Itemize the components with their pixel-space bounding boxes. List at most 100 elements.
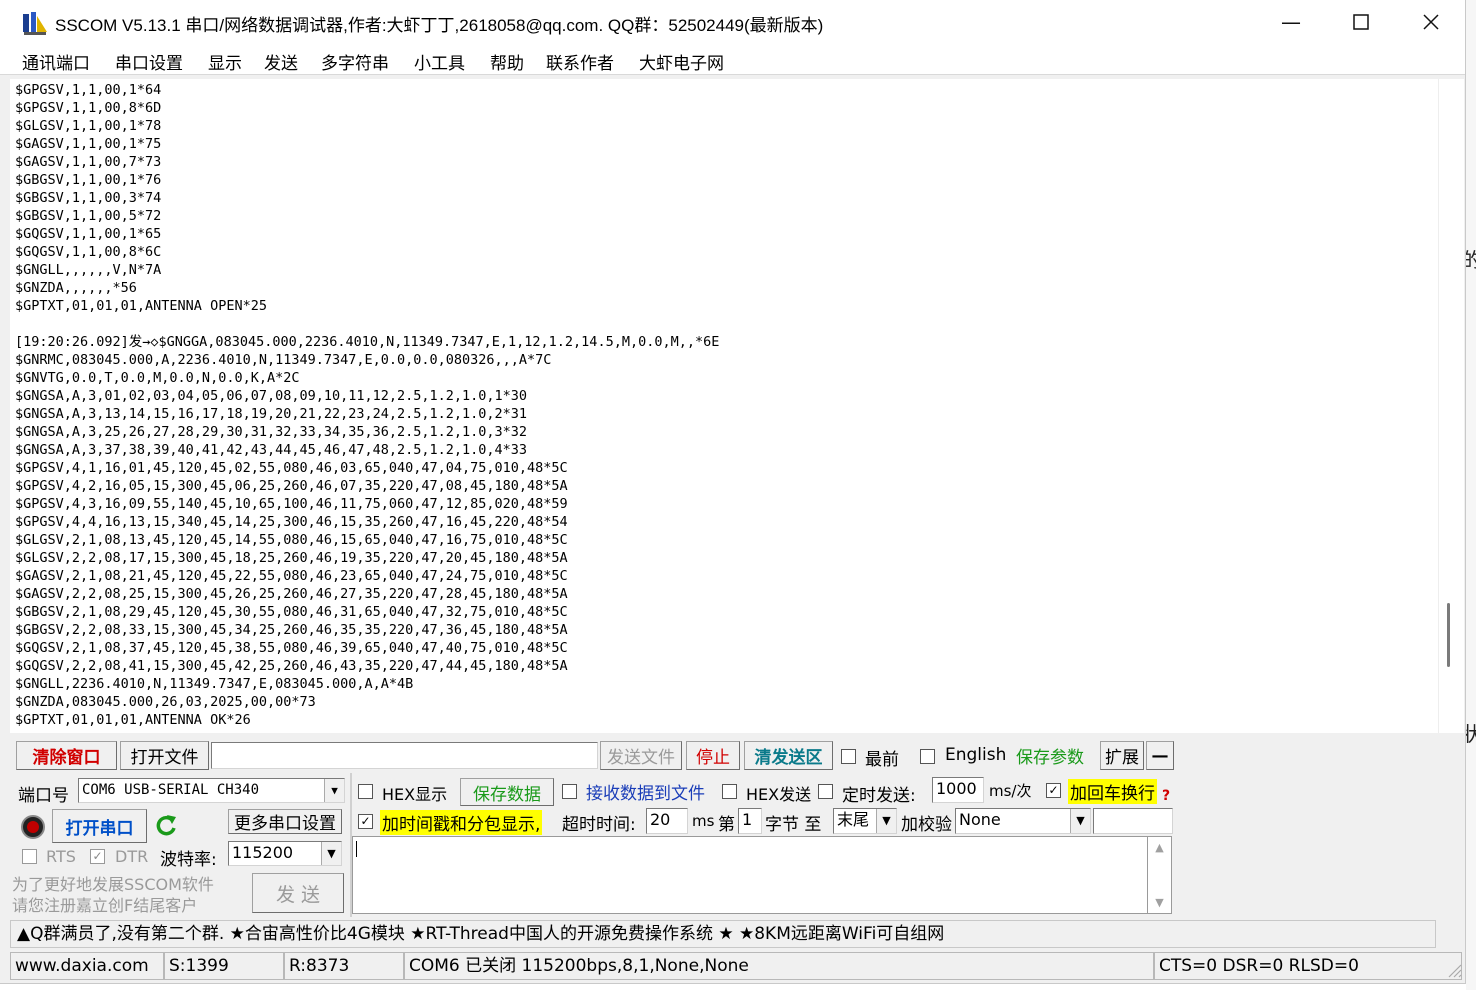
log-line: $GPGSV,4,4,16,13,15,340,45,14,25,300,46,… (15, 514, 568, 530)
english-checkbox[interactable] (920, 749, 935, 764)
port-label: 端口号 (18, 786, 69, 806)
dtr-label: DTR (115, 847, 149, 866)
topmost-label: 最前 (865, 750, 899, 770)
stop-button[interactable]: 停止 (686, 741, 740, 770)
send-text-area[interactable] (352, 836, 1148, 914)
timeout-input[interactable]: 20 (646, 808, 688, 834)
log-scrollbar[interactable] (1438, 79, 1464, 733)
timeout-label: 超时时间: (562, 815, 636, 835)
refresh-icon[interactable] (153, 812, 179, 840)
menu-help[interactable]: 帮助 (490, 49, 524, 74)
menu-serial-settings[interactable]: 串口设置 (115, 49, 183, 74)
status-bar: www.daxia.com S:1399 R:8373 COM6 已关闭 115… (10, 952, 1462, 980)
log-line: $GPGSV,4,3,16,09,55,140,45,10,65,100,46,… (15, 496, 568, 512)
recv-to-file-label[interactable]: 接收数据到文件 (586, 779, 705, 804)
menu-tools[interactable]: 小工具 (414, 49, 465, 74)
log-line: $GBGSV,1,1,00,5*72 (15, 208, 162, 224)
menu-multi-string[interactable]: 多字符串 (321, 49, 389, 74)
log-scrollbar-thumb[interactable] (1447, 603, 1450, 667)
baud-select[interactable]: 115200 ▼ (228, 841, 342, 866)
checksum-select-value: None (959, 810, 1001, 829)
log-line: $GPGSV,1,1,00,1*64 (15, 82, 162, 98)
maximize-button[interactable] (1326, 0, 1396, 44)
minimize-button[interactable]: — (1256, 0, 1326, 44)
news-ticker[interactable]: ▲Q群满员了,没有第二个群. ★合宙高性价比4G模块 ★RT-Thread中国人… (10, 920, 1436, 948)
log-line: $GLGSV,2,2,08,17,15,300,45,18,25,260,46,… (15, 550, 568, 566)
status-site-link[interactable]: www.daxia.com (10, 952, 164, 980)
menu-display[interactable]: 显示 (208, 49, 242, 74)
topmost-checkbox[interactable] (841, 749, 856, 764)
timestamp-label: 加时间戳和分包显示, (380, 810, 543, 835)
scroll-up-icon[interactable]: ▲ (1148, 841, 1171, 854)
end-select[interactable]: 末尾 ▼ (833, 808, 897, 834)
checksum-result-field (1093, 808, 1173, 834)
hex-display-checkbox[interactable] (358, 784, 373, 799)
log-line: $GQGSV,1,1,00,8*6C (15, 244, 162, 260)
log-line: $GNGLL,,,,,,V,N*7A (15, 262, 162, 278)
open-file-button[interactable]: 打开文件 (120, 741, 209, 770)
file-path-input[interactable] (211, 742, 598, 769)
log-line: $GNGLL,2236.4010,N,11349.7347,E,083045.0… (15, 676, 414, 692)
byte-index-input[interactable]: 1 (738, 808, 762, 834)
chevron-down-icon[interactable]: ▼ (876, 809, 896, 833)
help-icon[interactable]: ? (1162, 788, 1170, 804)
recv-to-file-checkbox[interactable] (562, 784, 577, 799)
log-line: $GLGSV,2,1,08,13,45,120,45,14,55,080,46,… (15, 532, 568, 548)
dtr-checkbox[interactable]: ✓ (90, 849, 105, 864)
log-line: $GAGSV,1,1,00,7*73 (15, 154, 162, 170)
log-line: $GAGSV,2,2,08,25,15,300,45,26,25,260,46,… (15, 586, 568, 602)
timestamp-checkbox[interactable]: ✓ (358, 814, 373, 829)
interval-unit: ms/次 (989, 782, 1032, 800)
append-newline-label: 加回车换行 (1068, 779, 1157, 804)
log-line: $GNVTG,0.0,T,0.0,M,0.0,N,0.0,K,A*2C (15, 370, 300, 386)
receive-log[interactable]: $GPGSV,1,1,00,1*64 $GPGSV,1,1,00,8*6D $GLG… (10, 79, 1438, 733)
menu-send[interactable]: 发送 (264, 49, 298, 74)
log-line: $GPTXT,01,01,01,ANTENNA OK*26 (15, 712, 251, 728)
chevron-down-icon[interactable]: ▼ (324, 779, 344, 802)
rts-checkbox[interactable] (22, 849, 37, 864)
checksum-select[interactable]: None ▼ (955, 808, 1091, 834)
send-file-button[interactable]: 发送文件 (600, 741, 682, 770)
log-line: [19:20:26.092]发→◇$GNGGA,083045.000,2236.… (15, 334, 720, 350)
open-port-button[interactable]: 打开串口 (52, 809, 147, 843)
log-line: $GNGSA,A,3,01,02,03,04,05,06,07,08,09,10… (15, 388, 528, 404)
save-data-button[interactable]: 保存数据 (460, 778, 554, 806)
clear-send-button[interactable]: 清发送区 (744, 741, 833, 770)
resize-grip-icon[interactable] (1446, 962, 1462, 978)
chevron-down-icon[interactable]: ▼ (321, 842, 341, 865)
port-status-indicator-icon (21, 815, 45, 839)
log-line: $GLGSV,1,1,00,1*78 (15, 118, 162, 134)
close-button[interactable] (1396, 0, 1465, 44)
scroll-down-icon[interactable]: ▼ (1148, 896, 1171, 909)
chevron-down-icon[interactable]: ▼ (1070, 809, 1090, 833)
menu-daxia-site[interactable]: 大虾电子网 (639, 49, 724, 74)
title-bar[interactable]: SSCOM V5.13.1 串口/网络数据调试器,作者:大虾丁丁,2618058… (0, 0, 1465, 44)
english-label: English (945, 745, 1007, 765)
save-params-button[interactable]: 保存参数 (1004, 741, 1096, 770)
clear-window-button[interactable]: 清除窗口 (16, 741, 117, 770)
menu-comm-port[interactable]: 通讯端口 (22, 49, 90, 74)
port-select-value: COM6 USB-SERIAL CH340 (82, 782, 260, 798)
log-line: $GBGSV,1,1,00,3*74 (15, 190, 162, 206)
log-line: $GNRMC,083045.000,A,2236.4010,N,11349.73… (15, 352, 552, 368)
port-select[interactable]: COM6 USB-SERIAL CH340 ▼ (78, 778, 345, 803)
timed-send-checkbox[interactable] (818, 784, 833, 799)
log-line: $GNGSA,A,3,25,26,27,28,29,30,31,32,33,34… (15, 424, 528, 440)
more-port-settings-button[interactable]: 更多串口设置 (228, 809, 342, 834)
hex-send-label: HEX发送 (746, 785, 812, 804)
expand-button[interactable]: 扩展 (1100, 741, 1144, 770)
menu-contact-author[interactable]: 联系作者 (546, 49, 614, 74)
send-area-scrollbar[interactable]: ▲ ▼ (1148, 836, 1172, 914)
background-window-edge (1466, 0, 1476, 990)
interval-input[interactable]: 1000 (932, 777, 984, 803)
send-button[interactable]: 发 送 (252, 873, 344, 913)
status-line-signals: CTS=0 DSR=0 RLSD=0 (1154, 952, 1462, 980)
append-newline-checkbox[interactable]: ✓ (1046, 783, 1061, 798)
log-line: $GQGSV,2,1,08,37,45,120,45,38,55,080,46,… (15, 640, 568, 656)
log-line: $GPGSV,4,1,16,01,45,120,45,02,55,080,46,… (15, 460, 568, 476)
hex-send-checkbox[interactable] (722, 784, 737, 799)
collapse-button[interactable]: — (1146, 741, 1174, 770)
baud-select-value: 115200 (232, 843, 294, 862)
log-line: $GQGSV,2,2,08,41,15,300,45,42,25,260,46,… (15, 658, 568, 674)
